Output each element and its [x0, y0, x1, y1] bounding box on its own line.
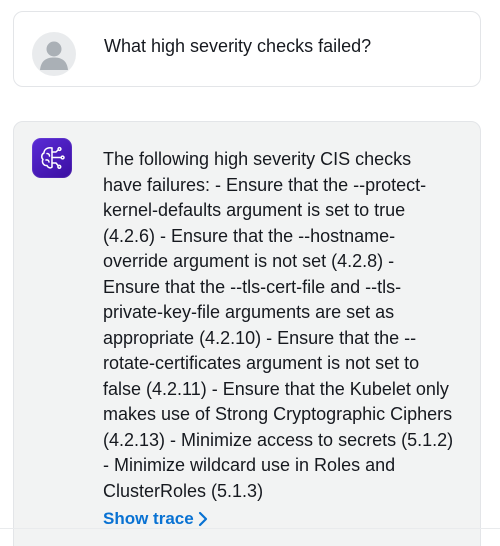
user-message: What high severity checks failed?	[13, 11, 481, 87]
show-trace-label: Show trace	[103, 509, 194, 528]
divider	[0, 528, 500, 529]
user-message-text: What high severity checks failed?	[104, 36, 372, 56]
assistant-message: The following high severity CIS checks h…	[13, 121, 481, 546]
ai-brain-icon	[32, 138, 72, 178]
assistant-message-text: The following high severity CIS checks h…	[103, 149, 454, 501]
chevron-right-icon	[198, 511, 208, 527]
show-trace-link[interactable]: Show trace	[103, 508, 208, 530]
user-avatar-icon	[32, 32, 76, 76]
chat-panel: What high severity checks failed? The fo…	[0, 0, 500, 546]
